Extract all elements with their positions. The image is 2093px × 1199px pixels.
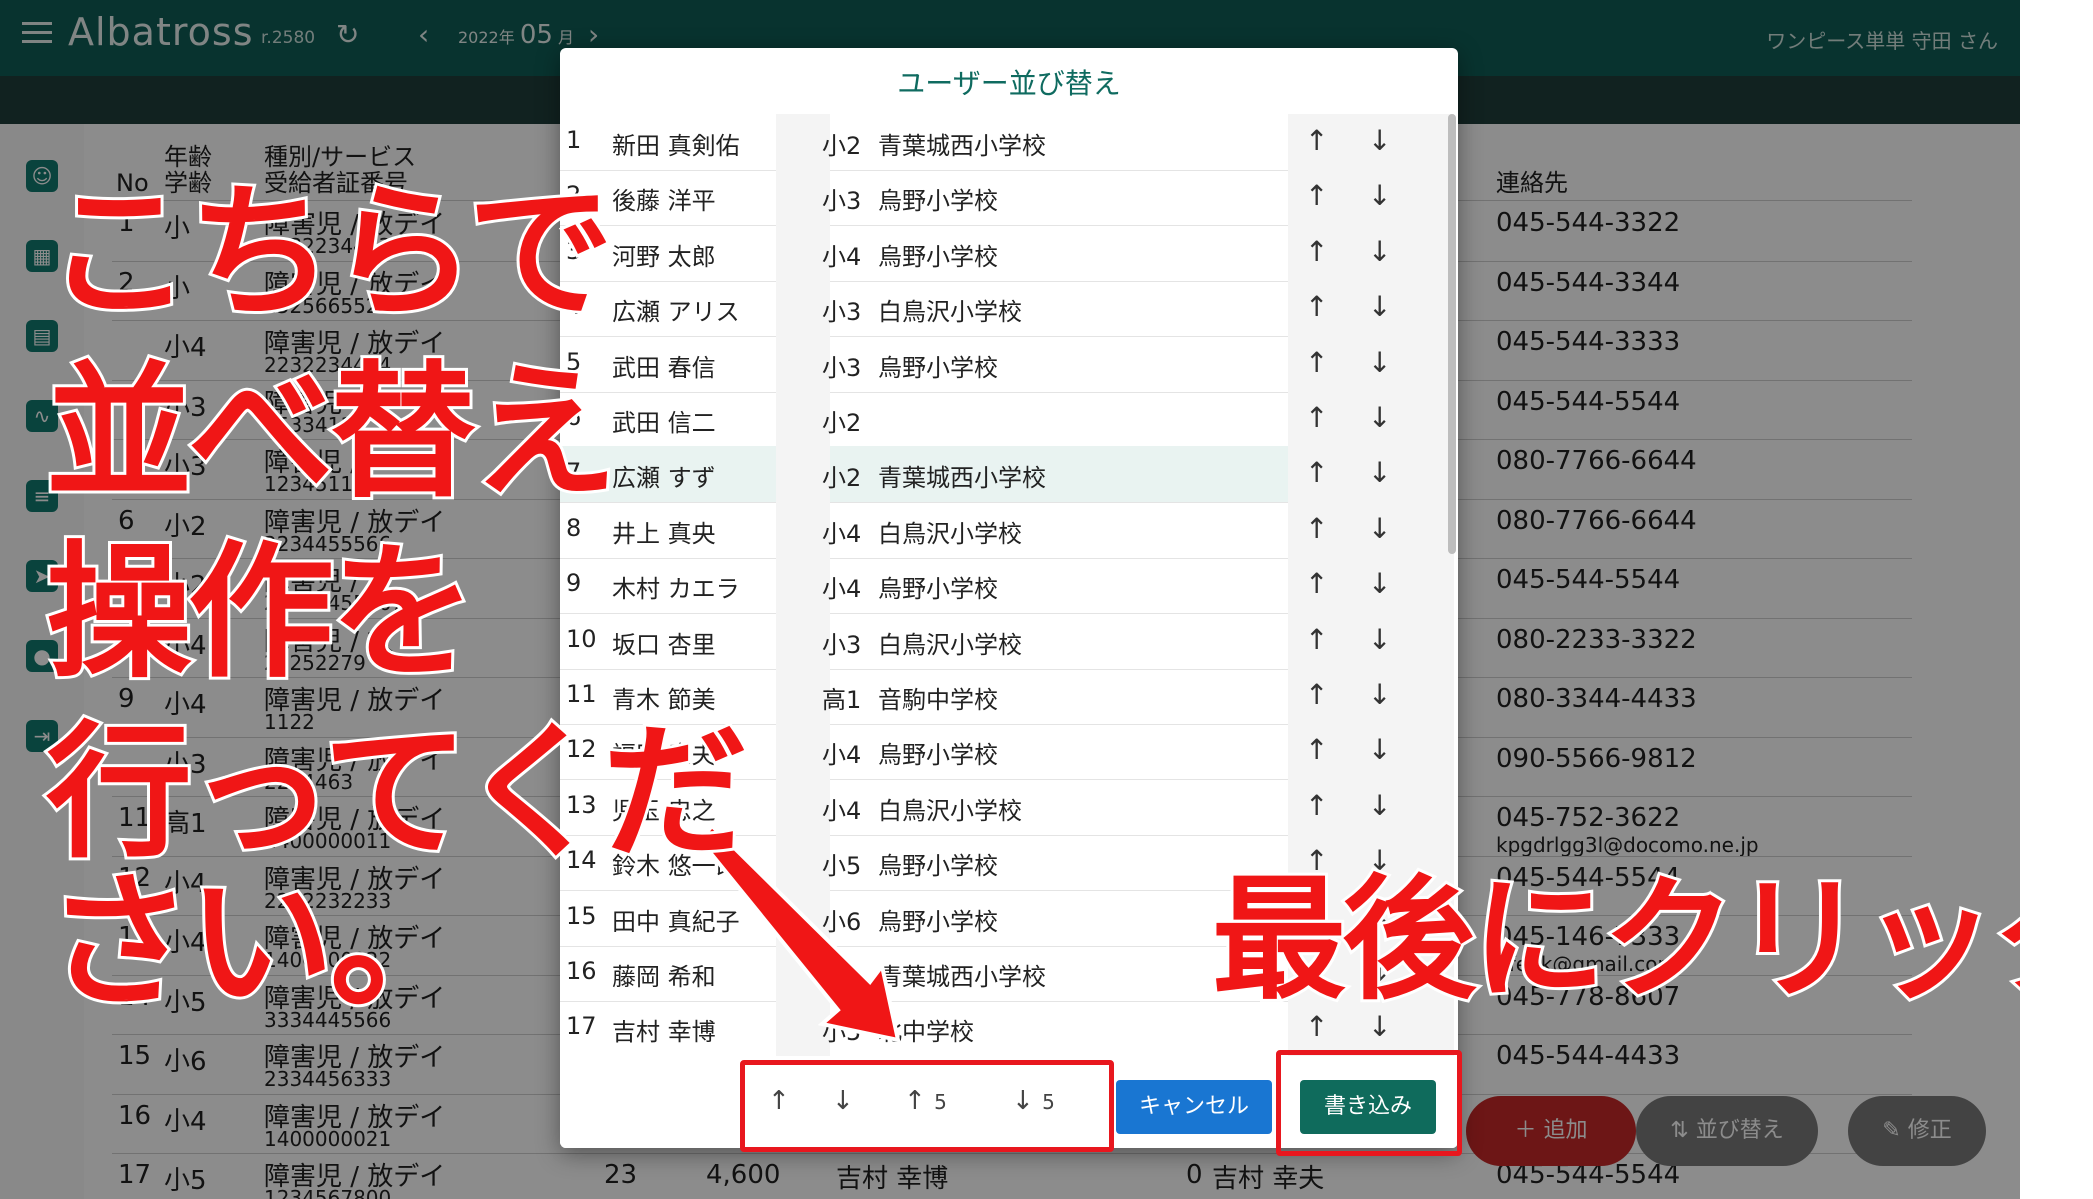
page-margin bbox=[2020, 0, 2093, 1199]
app-page: Albatross r.2580 ↻ ‹ 2022年 05 月 › ワンピース単… bbox=[0, 0, 2020, 1199]
annotation-line-4: 行ってくだ bbox=[43, 708, 751, 878]
annotation-line-5: さい。 bbox=[43, 858, 479, 1028]
annotation-line-3: 操作を bbox=[43, 528, 479, 698]
annotation-line-2: 並べ替え bbox=[43, 348, 621, 518]
annotation-line-1: こちらで bbox=[43, 168, 617, 338]
annotation-click-hint: 最後にクリック bbox=[1209, 862, 2020, 1018]
